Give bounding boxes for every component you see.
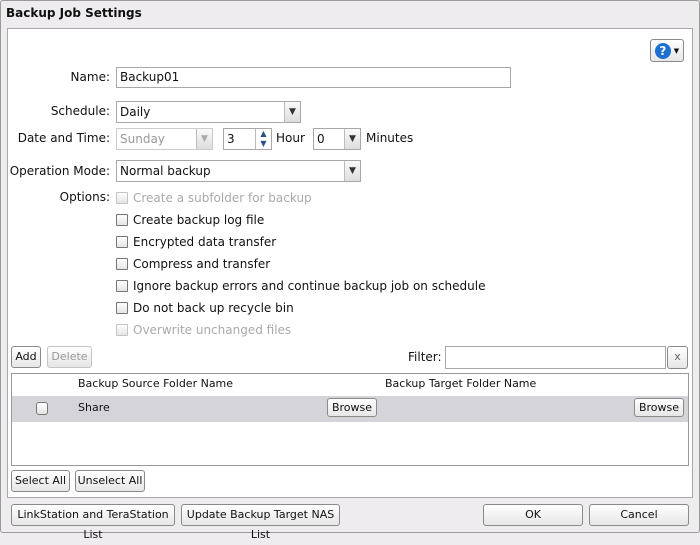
checkbox[interactable] [116, 324, 128, 336]
option-encrypted[interactable]: Encrypted data transfer [116, 234, 276, 250]
checkbox[interactable] [116, 258, 128, 270]
options-label: Options: [59, 190, 110, 204]
checkbox[interactable] [116, 280, 128, 292]
minute-select[interactable]: 0 ▼ [313, 128, 361, 150]
option-log-file[interactable]: Create backup log file [116, 212, 264, 228]
column-header-source: Backup Source Folder Name [78, 377, 234, 390]
checkbox[interactable] [116, 192, 128, 204]
close-icon: x [674, 350, 681, 363]
ok-button[interactable]: OK [483, 504, 583, 526]
option-subfolder[interactable]: Create a subfolder for backup [116, 190, 312, 206]
chevron-down-icon: ▼ [284, 102, 300, 122]
unselect-all-button[interactable]: Unselect All [75, 470, 145, 492]
select-all-button[interactable]: Select All [11, 470, 70, 492]
browse-source-button[interactable]: Browse [327, 398, 377, 417]
help-button[interactable]: ? ▼ [650, 39, 684, 62]
checkbox[interactable] [116, 236, 128, 248]
option-label: Overwrite unchanged files [133, 323, 292, 337]
option-label: Ignore backup errors and continue backup… [133, 279, 486, 293]
name-input[interactable]: Backup01 [116, 67, 511, 88]
filter-label: Filter: [408, 350, 442, 364]
linkstation-list-button[interactable]: LinkStation and TeraStation List [11, 504, 175, 541]
datetime-label: Date and Time: [17, 131, 110, 145]
option-label: Create a subfolder for backup [133, 191, 312, 205]
add-button[interactable]: Add [11, 346, 41, 368]
hour-value: 3 [227, 132, 235, 146]
minute-value: 0 [317, 132, 325, 146]
mode-select[interactable]: Normal backup ▼ [116, 160, 361, 182]
folder-table: Backup Source Folder Name Backup Target … [11, 373, 689, 466]
row-checkbox[interactable] [36, 402, 48, 415]
mode-label: Operation Mode: [9, 164, 110, 178]
table-row[interactable]: Share Browse Browse [12, 396, 688, 422]
hour-stepper[interactable]: 3 ▲ ▼ [223, 128, 272, 150]
arrow-down-icon[interactable]: ▼ [255, 139, 271, 149]
option-ignore-errors[interactable]: Ignore backup errors and continue backup… [116, 278, 486, 294]
name-label: Name: [70, 70, 110, 84]
chevron-down-icon: ▼ [196, 129, 212, 149]
schedule-label: Schedule: [50, 104, 110, 118]
option-label: Do not back up recycle bin [133, 301, 294, 315]
delete-button[interactable]: Delete [47, 346, 92, 368]
minutes-label: Minutes [366, 131, 414, 145]
schedule-value: Daily [120, 105, 151, 119]
day-select[interactable]: Sunday ▼ [116, 128, 213, 150]
hour-label: Hour [276, 131, 305, 145]
schedule-select[interactable]: Daily ▼ [116, 101, 301, 123]
chevron-down-icon: ▼ [673, 46, 680, 55]
help-icon: ? [654, 42, 671, 59]
option-label: Encrypted data transfer [133, 235, 277, 249]
day-value: Sunday [120, 132, 165, 146]
option-label: Create backup log file [133, 213, 265, 227]
update-nas-list-button[interactable]: Update Backup Target NAS List [181, 504, 340, 541]
source-folder-name: Share [78, 401, 110, 414]
chevron-down-icon: ▼ [344, 161, 360, 181]
option-recycle-bin[interactable]: Do not back up recycle bin [116, 300, 294, 316]
cancel-button[interactable]: Cancel [589, 504, 689, 526]
clear-filter-button[interactable]: x [667, 346, 688, 369]
dialog-title: Backup Job Settings [6, 6, 142, 20]
checkbox[interactable] [116, 302, 128, 314]
browse-target-button[interactable]: Browse [634, 398, 684, 417]
option-compress[interactable]: Compress and transfer [116, 256, 270, 272]
column-header-target: Backup Target Folder Name [385, 377, 537, 390]
option-overwrite[interactable]: Overwrite unchanged files [116, 322, 291, 338]
checkbox[interactable] [116, 214, 128, 226]
filter-input[interactable] [445, 346, 666, 369]
option-label: Compress and transfer [133, 257, 271, 271]
chevron-down-icon: ▼ [344, 129, 360, 149]
arrow-up-icon[interactable]: ▲ [255, 129, 271, 139]
mode-value: Normal backup [120, 164, 211, 178]
